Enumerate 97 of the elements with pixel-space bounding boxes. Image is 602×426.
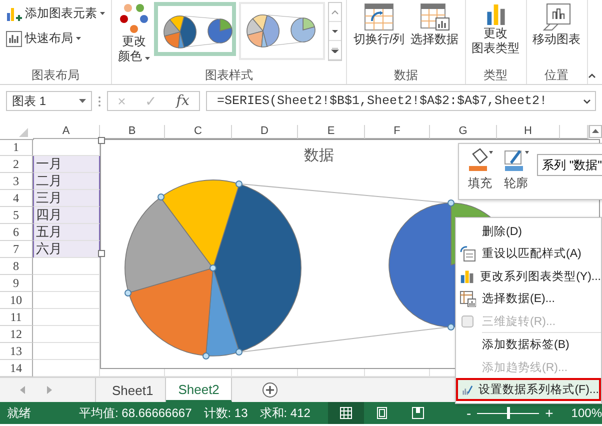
swap-table-icon [364,3,394,31]
gallery-up-icon[interactable] [331,10,340,14]
zoom-level[interactable]: 100% [571,406,602,420]
row-header[interactable]: 9 [0,275,33,292]
table-cell: 三月 [33,190,100,207]
bar-chart-icon [460,268,474,284]
table-cell: 五月 [33,224,100,241]
pie-slice[interactable] [124,197,214,294]
chart-style-thumbnail[interactable] [154,2,236,56]
menu-item[interactable]: 添加数据标签(B) [456,333,601,356]
page-break-icon [412,407,424,419]
expand-icon[interactable] [583,98,591,104]
gallery-more-icon[interactable] [331,48,340,52]
collapse-ribbon-icon[interactable] [588,73,596,78]
row-header[interactable]: 12 [0,326,33,343]
ribbon-button[interactable]: 选择数据 [408,2,461,47]
zoom-in-button[interactable]: + [541,405,558,421]
selection-handle[interactable] [448,324,454,330]
dropdown-icon[interactable] [79,99,86,103]
selection-handle[interactable] [448,200,454,206]
paint-bucket-icon [467,148,493,172]
chart-title: 数据 [304,146,334,165]
scroll-up-icon[interactable] [589,125,602,138]
menu-item[interactable]: 设置数据系列格式(F)... [456,378,601,401]
resize-handle[interactable] [98,250,105,257]
status-text: 平均值: 68.66666667 [79,404,192,422]
column-header[interactable]: D [232,125,298,139]
cube-icon [460,313,476,330]
column-header[interactable]: F [365,125,430,139]
series-dropdown[interactable]: 系列 "数据" [537,154,602,176]
selection-handle[interactable] [158,194,164,200]
pie-slice[interactable] [212,184,302,352]
pie-slice[interactable] [128,268,214,356]
row-header[interactable]: 8 [0,258,33,275]
menu-item[interactable]: 选择数据(E)... [456,287,601,310]
name-box-text: 图表 1 [12,92,46,110]
add-sheet-icon[interactable] [262,382,278,398]
reset-style-icon [460,246,476,262]
selection-handle[interactable] [202,352,210,360]
ribbon-button[interactable]: 添加图表元素 [4,4,107,23]
ribbon-button[interactable]: 快速布局 [4,29,107,48]
group-label: 图表布局 [30,67,80,84]
table-cell: 一月 [33,156,100,173]
selection-handle[interactable] [210,264,216,272]
ribbon-button[interactable]: 更改 图表类型 [470,2,522,56]
column-header[interactable]: C [165,125,232,139]
row-header[interactable]: 10 [0,292,33,309]
status-text: 就绪 [7,404,31,422]
row-header[interactable]: 13 [0,343,33,360]
drag-handle-icon [98,96,101,106]
group-label: 数据 [393,67,420,84]
chart-frame-icon [542,3,571,31]
pie-slice[interactable] [160,180,240,268]
page-view-icon [376,407,388,419]
table-cell: 二月 [33,173,100,190]
selection-handle[interactable] [124,290,132,296]
group-label: 位置 [544,67,570,84]
sheet-tab[interactable]: Sheet2 [166,378,232,402]
column-header[interactable]: G [430,125,497,139]
group-label: 图表样式 [204,67,254,84]
row-header[interactable]: 1 [0,139,33,156]
ribbon-button[interactable]: 切换行/列 [351,2,407,47]
pen-icon [503,148,529,172]
table-chart-icon [460,290,476,307]
ribbon-button[interactable]: 更改 颜色 [116,2,152,64]
group-label: 类型 [482,67,509,84]
fill-button[interactable]: 填充 [465,148,495,192]
row-header[interactable]: 11 [0,309,33,326]
table-chart-icon [420,3,450,31]
selection-handle[interactable] [236,348,242,356]
resize-handle[interactable] [98,137,105,144]
selection-handle[interactable] [236,180,242,188]
menu-item[interactable]: 更改系列图表类型(Y)... [456,264,601,288]
zoom-slider-thumb[interactable] [507,407,510,419]
insert-function-button[interactable]: fx [176,93,190,109]
status-text: 求和: 412 [260,404,310,422]
menu-item[interactable]: 删除(D) [456,220,601,242]
chart-plus-icon [6,6,22,22]
grid-view-icon [340,407,352,419]
column-header[interactable]: E [298,125,365,139]
menu-item[interactable]: 重设以匹配样式(A) [456,242,601,265]
table-cell: 四月 [33,207,100,224]
gallery-down-icon[interactable] [331,28,340,34]
formula-field[interactable]: =SERIES(Sheet2!$B$1,Sheet2!$A$2:$A$7,Sheet2! [206,91,596,111]
column-header[interactable]: A [33,125,100,139]
chart-style-thumbnail[interactable] [239,2,326,60]
formula-text: =SERIES(Sheet2!$B$1,Sheet2!$A$2:$A$7,Sheet2! [217,94,548,108]
color-dots-icon [119,3,150,33]
status-text: 计数: 13 [204,404,248,422]
outline-button[interactable]: 轮廓 [501,148,531,192]
view-button[interactable] [328,402,364,424]
bar-chart-icon [6,30,22,46]
name-box[interactable]: 图表 1 [6,91,92,111]
ribbon-button[interactable]: 移动图表 [530,2,583,47]
column-header[interactable]: H [497,125,560,139]
table-cell: 六月 [33,241,100,258]
zoom-out-button[interactable]: - [462,405,476,421]
